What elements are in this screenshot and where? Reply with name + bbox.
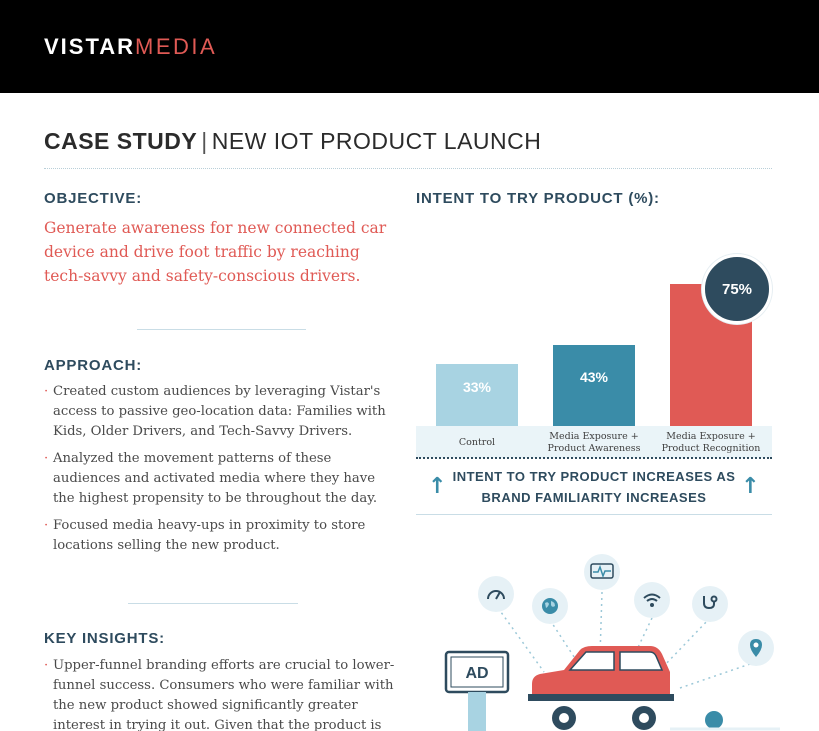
sensor-dot-icon <box>705 711 723 729</box>
chart-category-label: Media Exposure + Product Awareness <box>547 431 641 454</box>
speedometer-icon <box>478 576 514 612</box>
callout-line-2: BRAND FAMILIARITY INCREASES <box>481 490 707 505</box>
billboard-text: AD <box>465 665 488 682</box>
key-insights-heading: KEY INSIGHTS: <box>44 630 165 647</box>
approach-item-text: Focused media heavy-ups in proximity to … <box>53 518 366 553</box>
chart-callout: ↑ INTENT TO TRY PRODUCT INCREASES AS BRA… <box>416 466 772 514</box>
section-divider <box>137 329 306 330</box>
globe-icon <box>532 588 568 624</box>
list-item: · Created custom audiences by leveraging … <box>44 382 399 442</box>
title-divider <box>44 168 772 169</box>
chart-value-label: 33% <box>462 378 492 395</box>
callout-line-1: INTENT TO TRY PRODUCT INCREASES AS <box>452 469 736 484</box>
page-title-case-study: CASE STUDY <box>44 128 198 154</box>
chart-dotted-rule <box>416 457 772 459</box>
logo-text-vistar: VISTAR <box>44 34 136 59</box>
section-divider <box>128 603 298 604</box>
chart-category-label: Media Exposure + Product Recognition <box>661 431 761 454</box>
chart-value-bubble: 75% <box>702 254 772 325</box>
page-title: CASE STUDY | NEW IOT PRODUCT LAUNCH <box>44 128 541 155</box>
insights-list: · Upper-funnel branding efforts are cruci… <box>44 656 399 731</box>
approach-item-text: Created custom audiences by leveraging V… <box>53 384 386 439</box>
location-pin-icon <box>738 630 774 666</box>
vistar-media-logo[interactable]: VISTARMEDIA <box>44 34 217 60</box>
stethoscope-icon <box>692 586 728 622</box>
chart-category-label: Control <box>458 437 496 448</box>
red-car-icon <box>528 646 674 730</box>
approach-list: · Created custom audiences by leveraging … <box>44 382 399 563</box>
chart-value-label: 43% <box>579 369 609 386</box>
intent-bar-chart: ↑ INTENT TO TRY PRODUCT INCREASES AS BRA… <box>416 240 772 520</box>
header-bar: VISTARMEDIA <box>0 0 819 93</box>
bullet-icon: · <box>44 451 49 466</box>
page-title-separator: | <box>201 128 208 154</box>
approach-item-text: Analyzed the movement patterns of these … <box>53 451 378 506</box>
objective-text: Generate awareness for new connected car… <box>44 219 387 285</box>
callout-divider <box>416 514 772 515</box>
up-arrow-icon: ↑ <box>428 474 447 499</box>
chart-bar: 33% <box>436 363 518 426</box>
chart-title: INTENT TO TRY PRODUCT (%): <box>416 190 660 207</box>
wifi-icon <box>634 582 670 618</box>
bullet-icon: · <box>44 518 49 533</box>
chart-bar: 43% <box>553 344 635 426</box>
list-item: · Analyzed the movement patterns of these… <box>44 449 399 509</box>
list-item: · Focused media heavy-ups in proximity to… <box>44 516 399 556</box>
bullet-icon: · <box>44 658 49 673</box>
objective-heading: OBJECTIVE: <box>44 190 143 207</box>
up-arrow-icon: ↑ <box>741 474 760 499</box>
bullet-icon: · <box>44 384 49 399</box>
page-title-subject: NEW IOT PRODUCT LAUNCH <box>211 128 542 154</box>
heartbeat-monitor-icon <box>584 554 620 590</box>
approach-heading: APPROACH: <box>44 357 143 374</box>
insight-item-text: Upper-funnel branding efforts are crucia… <box>53 658 395 731</box>
logo-text-media: MEDIA <box>135 34 218 59</box>
list-item: · Upper-funnel branding efforts are cruci… <box>44 656 399 731</box>
connected-car-illustration: AD <box>440 548 780 731</box>
